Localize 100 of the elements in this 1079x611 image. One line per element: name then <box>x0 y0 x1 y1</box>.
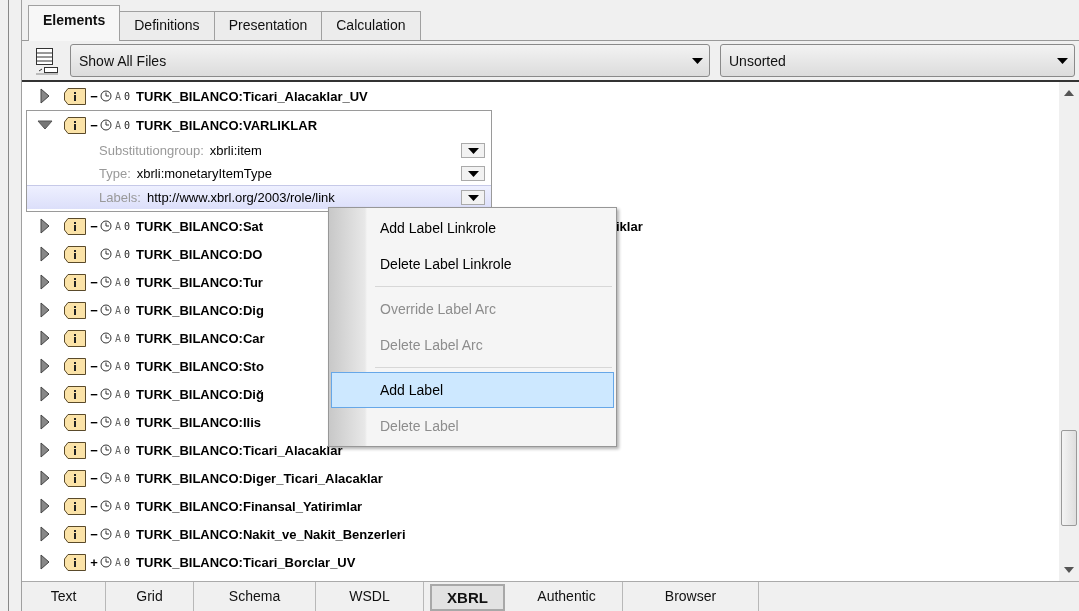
scroll-down-icon[interactable] <box>1064 567 1074 573</box>
list-view-icon[interactable] <box>34 45 60 76</box>
sign-text: − <box>90 498 98 514</box>
view-tab[interactable]: XBRL <box>430 584 505 611</box>
view-tab[interactable]: Grid <box>106 582 194 611</box>
scrollbar-thumb[interactable] <box>1061 430 1077 526</box>
dropdown-button[interactable] <box>461 190 485 205</box>
info-tag-icon <box>64 273 86 291</box>
menu-item[interactable]: Delete Label Linkrole <box>331 246 614 282</box>
element-name[interactable]: TURK_BILANCO:Nakit_ve_Nakit_Benzerleri <box>136 526 406 542</box>
expand-triangle-icon[interactable] <box>40 386 50 402</box>
mark-text: A <box>115 248 122 260</box>
mark-text: A <box>115 119 122 131</box>
element-name[interactable]: TURK_BILANCO:Finansal_Yatirimlar <box>136 498 363 514</box>
expand-triangle-icon[interactable] <box>40 88 50 104</box>
sign-text: − <box>90 218 98 234</box>
clock-icon <box>100 276 112 288</box>
expand-triangle-icon[interactable] <box>40 358 50 374</box>
info-tag-icon <box>64 413 86 431</box>
dropdown-button[interactable] <box>461 166 485 181</box>
mark-text: 0 <box>124 304 131 316</box>
clock-icon <box>100 416 112 428</box>
sign-text: − <box>90 414 98 430</box>
element-name[interactable]: TURK_BILANCO:Sat <box>136 218 264 234</box>
info-tag-icon <box>64 87 86 105</box>
info-tag-icon <box>64 385 86 403</box>
expand-triangle-icon[interactable] <box>40 274 50 290</box>
property-row[interactable]: Labels: http://www.xbrl.org/2003/role/link <box>27 185 491 209</box>
clock-icon <box>100 528 112 540</box>
element-name[interactable]: TURK_BILANCO:DO <box>136 246 263 262</box>
element-name[interactable]: TURK_BILANCO:Tur <box>136 274 263 290</box>
clock-icon <box>100 332 112 344</box>
clock-icon <box>100 248 112 260</box>
mark-text: 0 <box>124 388 131 400</box>
element-name[interactable]: TURK_BILANCO:Car <box>136 330 265 346</box>
mark-text: 0 <box>124 500 131 512</box>
view-tab[interactable]: WSDL <box>316 582 424 611</box>
element-name[interactable]: TURK_BILANCO:Ticari_Borclar_UV <box>136 554 356 570</box>
dropdown-button[interactable] <box>461 143 485 158</box>
sign-text: − <box>90 470 98 486</box>
info-tag-icon <box>64 301 86 319</box>
view-tab[interactable]: Text <box>22 582 106 611</box>
menu-item[interactable]: Add Label <box>331 372 614 408</box>
expand-triangle-icon[interactable] <box>40 330 50 346</box>
info-tag-icon <box>64 441 86 459</box>
sign-text: − <box>90 88 98 104</box>
expand-triangle-icon[interactable] <box>40 526 50 542</box>
mark-text: 0 <box>124 220 131 232</box>
element-name[interactable]: TURK_BILANCO:Ticari_Alacaklar <box>136 442 343 458</box>
clock-icon <box>100 304 112 316</box>
mark-text: 0 <box>124 556 131 568</box>
view-tab[interactable]: Browser <box>623 582 759 611</box>
element-name[interactable]: TURK_BILANCO:Diğ <box>136 386 264 402</box>
sign-text: − <box>90 358 98 374</box>
menu-item[interactable]: Add Label Linkrole <box>331 210 614 246</box>
mark-text: A <box>115 472 122 484</box>
element-name[interactable]: TURK_BILANCO:Sto <box>136 358 264 374</box>
mark-text: 0 <box>124 528 131 540</box>
mark-text: A <box>115 528 122 540</box>
file-filter-dropdown[interactable]: Show All Files <box>70 44 710 77</box>
element-name: iklar <box>616 218 643 234</box>
expand-triangle-icon[interactable] <box>40 498 50 514</box>
collapse-triangle-icon[interactable] <box>37 120 53 130</box>
mark-text: 0 <box>124 360 131 372</box>
clock-icon <box>100 500 112 512</box>
expand-triangle-icon[interactable] <box>40 470 50 486</box>
mark-text: A <box>115 332 122 344</box>
scroll-up-icon[interactable] <box>1064 90 1074 96</box>
expand-triangle-icon[interactable] <box>40 302 50 318</box>
info-tag-icon <box>64 469 86 487</box>
expand-triangle-icon[interactable] <box>40 442 50 458</box>
element-name[interactable]: TURK_BILANCO:Diger_Ticari_Alacaklar <box>136 470 383 486</box>
caret-icon <box>467 170 479 177</box>
sort-dropdown[interactable]: Unsorted <box>720 44 1075 77</box>
element-name[interactable]: TURK_BILANCO:VARLIKLAR <box>136 117 318 133</box>
property-row[interactable]: Substitutiongroup: xbrli:item <box>27 139 491 162</box>
view-tab[interactable]: Authentic <box>511 582 623 611</box>
element-name[interactable]: TURK_BILANCO:Dig <box>136 302 264 318</box>
expand-triangle-icon[interactable] <box>40 554 50 570</box>
clock-icon <box>100 472 112 484</box>
sign-text: − <box>90 442 98 458</box>
property-value: xbrli:item <box>209 143 263 158</box>
element-name[interactable]: TURK_BILANCO:Ilis <box>136 414 261 430</box>
caret-icon <box>467 147 479 154</box>
tab[interactable]: Presentation <box>213 11 323 40</box>
expand-triangle-icon[interactable] <box>40 414 50 430</box>
tab[interactable]: Definitions <box>119 11 215 40</box>
tab[interactable]: Calculation <box>321 11 421 40</box>
property-value: xbrli:monetaryItemType <box>136 166 273 181</box>
view-tab[interactable]: Schema <box>194 582 316 611</box>
mark-text: A <box>115 90 122 102</box>
clock-icon <box>100 360 112 372</box>
element-name[interactable]: TURK_BILANCO:Ticari_Alacaklar_UV <box>136 88 368 104</box>
tab[interactable]: Elements <box>28 5 121 41</box>
sign-text: − <box>90 302 98 318</box>
scrollbar[interactable] <box>1059 82 1079 581</box>
expand-triangle-icon[interactable] <box>40 218 50 234</box>
mark-text: A <box>115 388 122 400</box>
property-row[interactable]: Type: xbrli:monetaryItemType <box>27 162 491 185</box>
expand-triangle-icon[interactable] <box>40 246 50 262</box>
